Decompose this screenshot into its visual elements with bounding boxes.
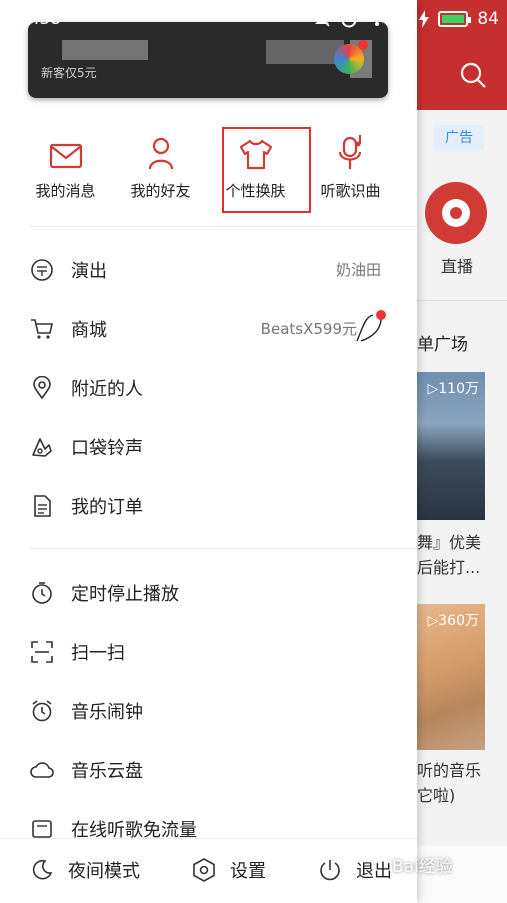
cart-icon — [31, 319, 53, 339]
live-label: 直播 — [441, 257, 474, 276]
highlight-box — [222, 127, 311, 213]
banner-logo-icon — [334, 40, 368, 74]
settings-button[interactable]: 设置 — [192, 857, 266, 883]
menu-group-2: 定时停止播放 扫一扫 音乐闹钟 音乐云盘 在线听歌免流量 — [0, 563, 417, 858]
playlist-card[interactable]: ▷360万 — [417, 604, 485, 750]
location-icon — [33, 376, 51, 400]
banner-subtitle: 新客仅5元 — [41, 66, 97, 80]
menu-item-store[interactable]: 商城 BeatsX599元 — [0, 299, 417, 358]
playlist-title: 舞』优美 后能打... — [417, 533, 482, 577]
quick-action-identify-song[interactable]: 听歌识曲 — [303, 130, 398, 220]
drawer-bottom-bar: 夜间模式 设置 退出 — [0, 838, 417, 903]
search-icon[interactable] — [458, 60, 488, 90]
gear-icon — [193, 858, 215, 882]
status-bar: 09:38 84 — [0, 0, 507, 38]
quick-action-friends[interactable]: 我的好友 — [113, 130, 208, 220]
menu-item-sleep-timer[interactable]: 定时停止播放 — [0, 563, 417, 622]
status-time: 09:38 — [12, 9, 61, 29]
menu-group-1: 演出 奶油田 商城 BeatsX599元 附近的人 口袋铃声 我的订单 — [0, 240, 417, 535]
alarm-status-icon — [341, 12, 357, 28]
exit-button[interactable]: 退出 — [318, 857, 392, 883]
ticket-icon — [31, 259, 53, 281]
person-icon — [148, 137, 173, 170]
ad-badge: 广告 — [434, 125, 484, 151]
quick-actions: 我的消息 我的好友 个性换肤 听歌识曲 — [0, 130, 417, 220]
battery-icon — [438, 11, 472, 27]
battery-level: 84 — [477, 9, 499, 29]
scan-icon — [31, 641, 53, 663]
menu-item-hint: BeatsX599元 — [260, 320, 357, 338]
menu-item-orders[interactable]: 我的订单 — [0, 476, 417, 535]
live-icon[interactable] — [425, 182, 487, 244]
wifi-icon — [367, 11, 388, 26]
play-count: ▷360万 — [427, 613, 480, 629]
mail-icon — [49, 143, 82, 169]
alarm-icon — [32, 700, 52, 722]
menu-item-hint: 奶油田 — [335, 261, 381, 279]
menu-item-ringtone[interactable]: 口袋铃声 — [0, 417, 417, 476]
mute-icon — [314, 11, 330, 27]
night-mode-button[interactable]: 夜间模式 — [30, 857, 140, 883]
cloud-icon — [30, 762, 54, 778]
playlist-title: 听的音乐 它啦) — [417, 761, 482, 805]
charging-icon — [419, 10, 430, 28]
earphone-icon — [356, 310, 386, 342]
side-drawer: 新客仅5元 我的消息 我的好友 个性换肤 听歌识曲 演出 奶油田 商城 Beat… — [0, 0, 417, 903]
menu-item-nearby[interactable]: 附近的人 — [0, 358, 417, 417]
power-icon — [320, 860, 340, 881]
play-count: ▷110万 — [427, 381, 480, 397]
ringtone-icon — [32, 438, 52, 457]
playlist-card[interactable]: ▷110万 — [417, 372, 485, 520]
moon-icon — [32, 859, 53, 880]
order-icon — [34, 495, 51, 517]
menu-item-scan[interactable]: 扫一扫 — [0, 622, 417, 681]
menu-item-cloud-drive[interactable]: 音乐云盘 — [0, 740, 417, 799]
playlist-plaza-label: 单广场 — [417, 335, 468, 355]
watermark: Bai经验 — [392, 857, 453, 877]
mic-note-icon — [338, 135, 361, 169]
menu-item-shows[interactable]: 演出 奶油田 — [0, 240, 417, 299]
quick-action-messages[interactable]: 我的消息 — [18, 130, 113, 220]
menu-item-alarm[interactable]: 音乐闹钟 — [0, 681, 417, 740]
signal-icon — [396, 10, 411, 28]
timer-icon — [32, 582, 52, 604]
